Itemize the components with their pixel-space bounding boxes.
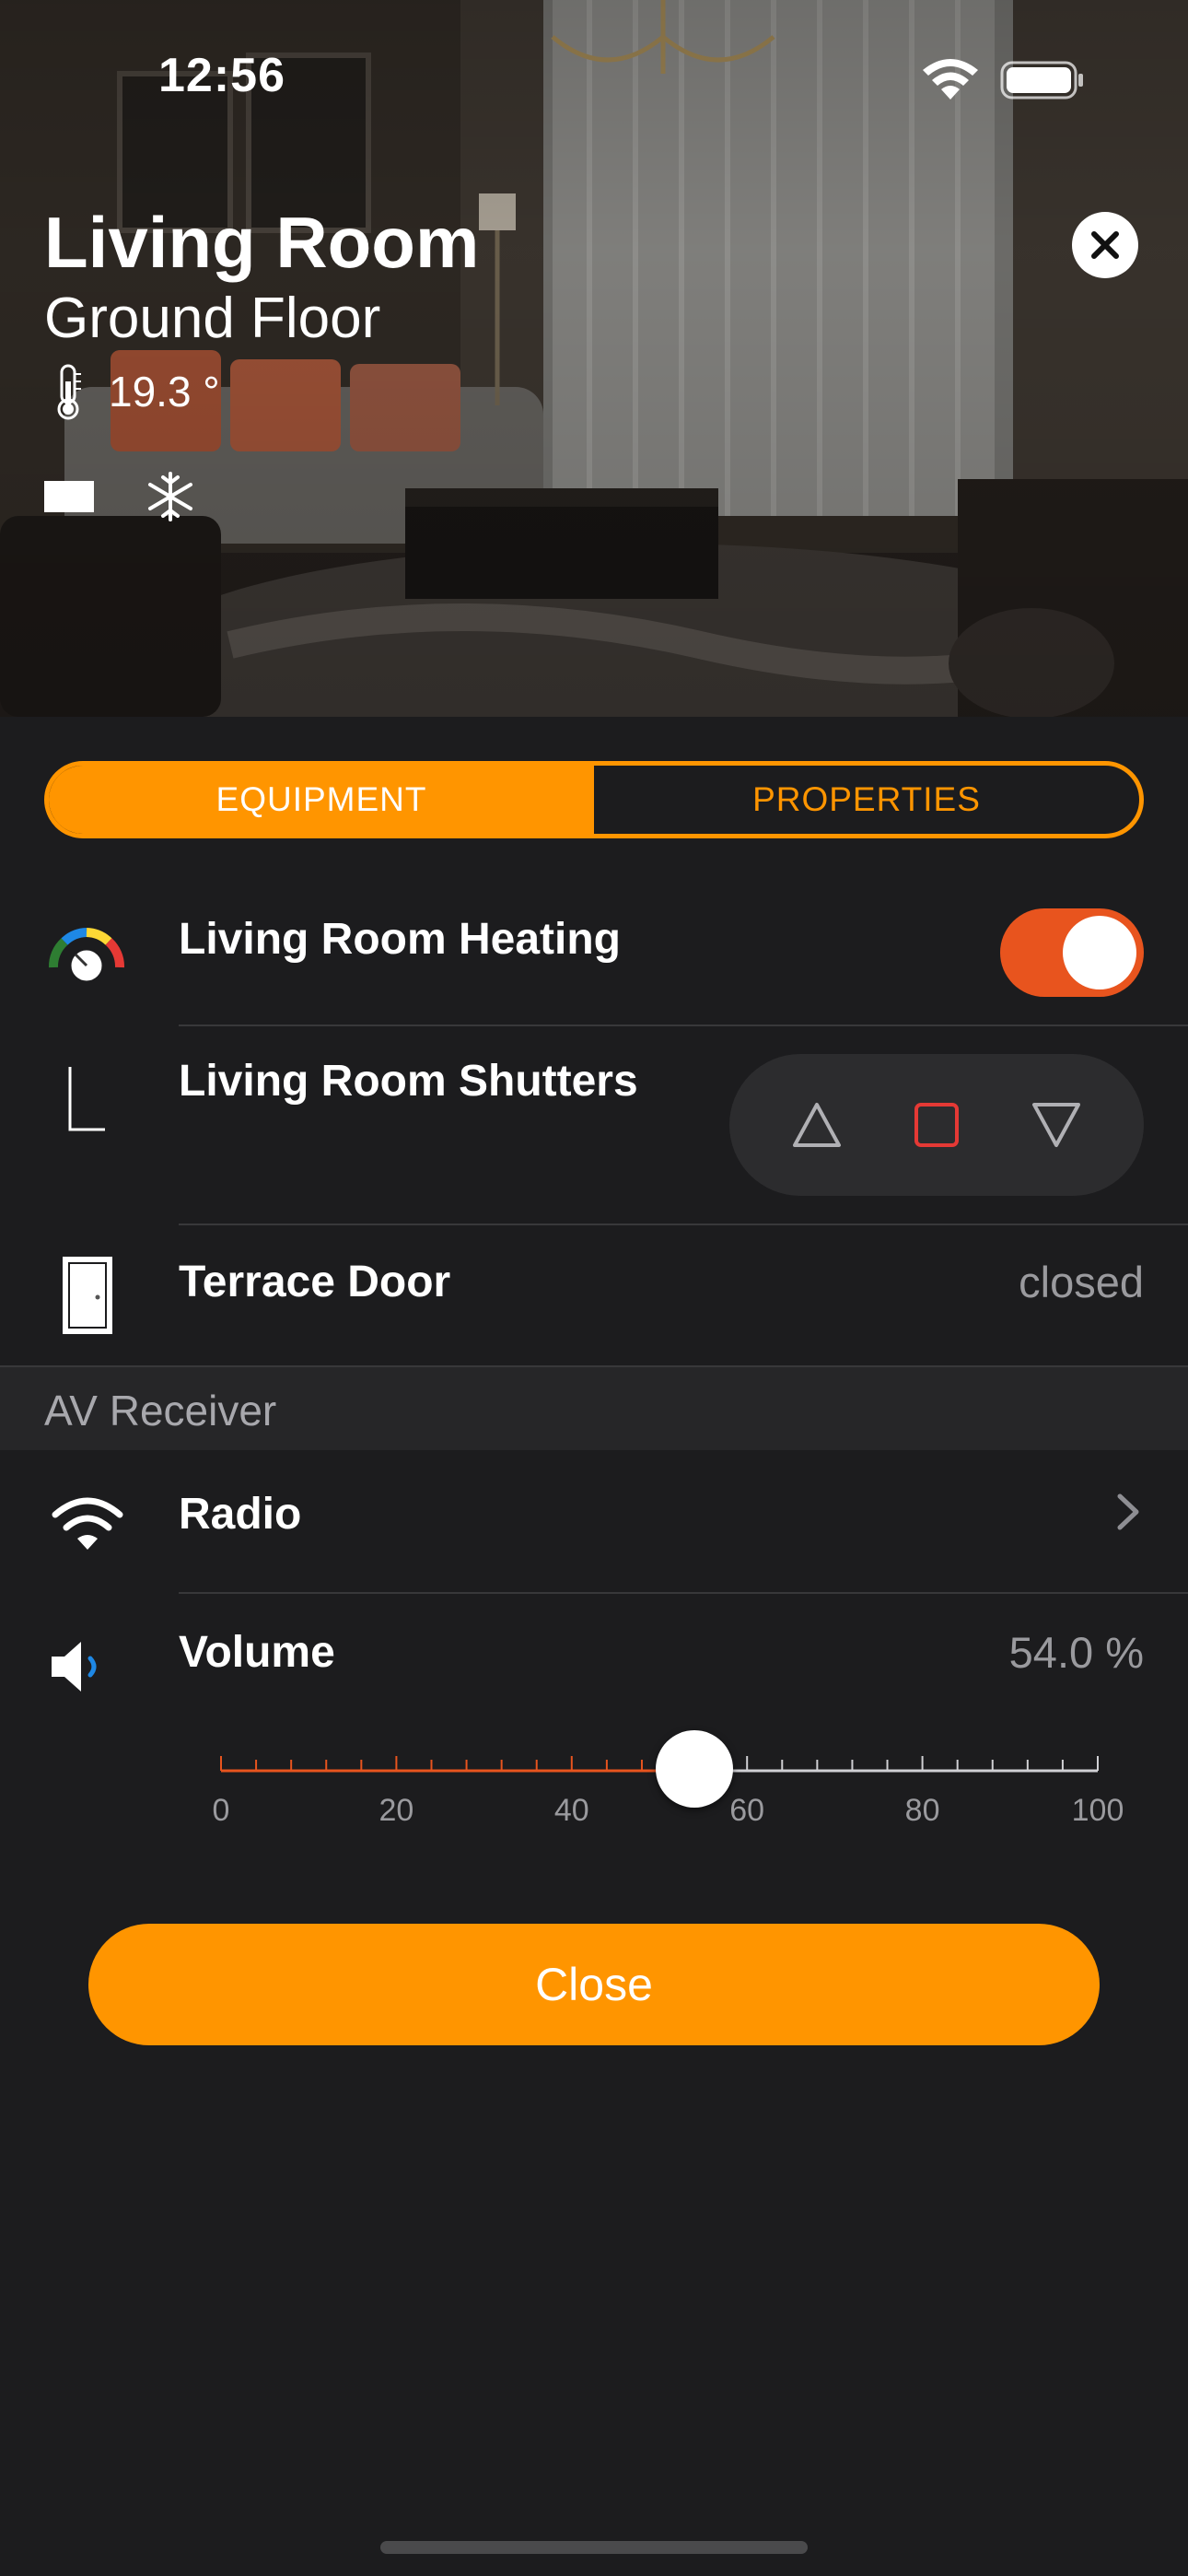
tab-properties[interactable]: PROPERTIES <box>594 766 1139 834</box>
radio-label: Radio <box>179 1490 302 1539</box>
stop-icon <box>914 1103 959 1147</box>
slider-tick-label: 60 <box>729 1793 765 1828</box>
shutter-down-button[interactable] <box>1024 1093 1089 1157</box>
terrace-door-state: closed <box>1019 1258 1144 1306</box>
window-contact-icon <box>44 481 94 512</box>
temperature-value: 19.3 ° <box>109 368 220 416</box>
shutter-up-button[interactable] <box>785 1093 849 1157</box>
dismiss-button[interactable] <box>1072 212 1138 278</box>
room-floor: Ground Floor <box>44 287 381 350</box>
status-time: 12:56 <box>158 49 285 102</box>
list-item-radio[interactable]: Radio <box>0 1452 1188 1592</box>
list-item-terrace-door: Terrace Door closed <box>0 1225 1188 1365</box>
room-title: Living Room <box>44 202 480 283</box>
close-button[interactable]: Close <box>88 1924 1100 2045</box>
battery-status-icon <box>1000 61 1083 100</box>
down-icon <box>1032 1103 1080 1147</box>
slider-tick-label: 40 <box>553 1793 589 1828</box>
tab-equipment[interactable]: EQUIPMENT <box>49 766 594 834</box>
mode-icons <box>44 470 197 523</box>
section-title: AV Receiver <box>44 1387 277 1434</box>
volume-label: Volume <box>179 1628 335 1677</box>
close-icon <box>1091 231 1119 259</box>
slider-tick-label: 0 <box>212 1793 230 1828</box>
shutter-stop-button[interactable] <box>904 1093 969 1157</box>
wifi-status-icon <box>923 59 978 100</box>
shutter-controls <box>729 1054 1144 1196</box>
heating-toggle[interactable] <box>1000 908 1144 997</box>
view-switcher: EQUIPMENT PROPERTIES <box>44 761 1144 838</box>
temperature-readout: 19.3 ° <box>50 361 220 422</box>
section-header-av-receiver: AV Receiver <box>0 1365 1188 1450</box>
shutters-label: Living Room Shutters <box>179 1057 638 1106</box>
slider-tick-label: 100 <box>1071 1793 1124 1828</box>
home-indicator <box>380 2541 808 2554</box>
speaker-icon <box>52 1642 97 1692</box>
heating-label: Living Room Heating <box>179 915 621 964</box>
slider-thumb[interactable] <box>656 1730 734 1808</box>
slider-tick-labels: 0 20 40 60 80 100 <box>213 1793 1124 1839</box>
volume-value: 54.0 % <box>1008 1628 1144 1677</box>
snowflake-icon <box>148 472 192 521</box>
up-icon <box>793 1103 841 1147</box>
shutter-icon <box>68 1067 105 1131</box>
door-icon <box>63 1257 112 1334</box>
terrace-door-label: Terrace Door <box>179 1258 451 1306</box>
thermometer-icon <box>57 364 81 420</box>
slider-tick-label: 80 <box>904 1793 940 1828</box>
heating-gauge-icon <box>49 928 124 984</box>
slider-tick-label: 20 <box>379 1793 414 1828</box>
wifi-radio-icon <box>52 1497 123 1550</box>
chevron-right-icon[interactable] <box>1114 1493 1142 1531</box>
room-hero-image: 12:56 Living Room Ground Floor 19.3 ° <box>0 0 1188 717</box>
toggle-knob <box>1063 916 1136 989</box>
